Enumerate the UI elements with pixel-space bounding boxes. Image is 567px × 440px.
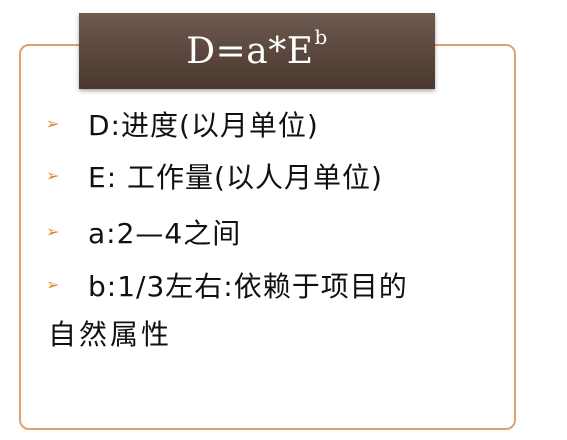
bullet-item-a: ➢ a:2—4之间 [46, 212, 241, 252]
bullet-text: b:1/3左右:依赖于项目的 [88, 270, 408, 303]
bullet-list: ➢ D:进度(以月单位) ➢ E: 工作量(以人月单位) ➢ a:2—4之间 ➢… [0, 0, 567, 440]
bullet-item-d: ➢ D:进度(以月单位) [46, 104, 319, 144]
arrow-bullet-icon: ➢ [46, 113, 60, 133]
arrow-bullet-icon: ➢ [46, 274, 60, 294]
bullet-text: D:进度(以月单位) [88, 109, 319, 142]
bullet-continuation-text: 自然属性 [48, 318, 173, 351]
arrow-bullet-icon: ➢ [46, 165, 60, 185]
bullet-item-e: ➢ E: 工作量(以人月单位) [46, 156, 383, 196]
bullet-text: E: 工作量(以人月单位) [88, 161, 383, 194]
bullet-text: a:2—4之间 [88, 217, 242, 250]
arrow-bullet-icon: ➢ [46, 221, 60, 241]
bullet-item-b: ➢ b:1/3左右:依赖于项目的 [46, 265, 408, 305]
